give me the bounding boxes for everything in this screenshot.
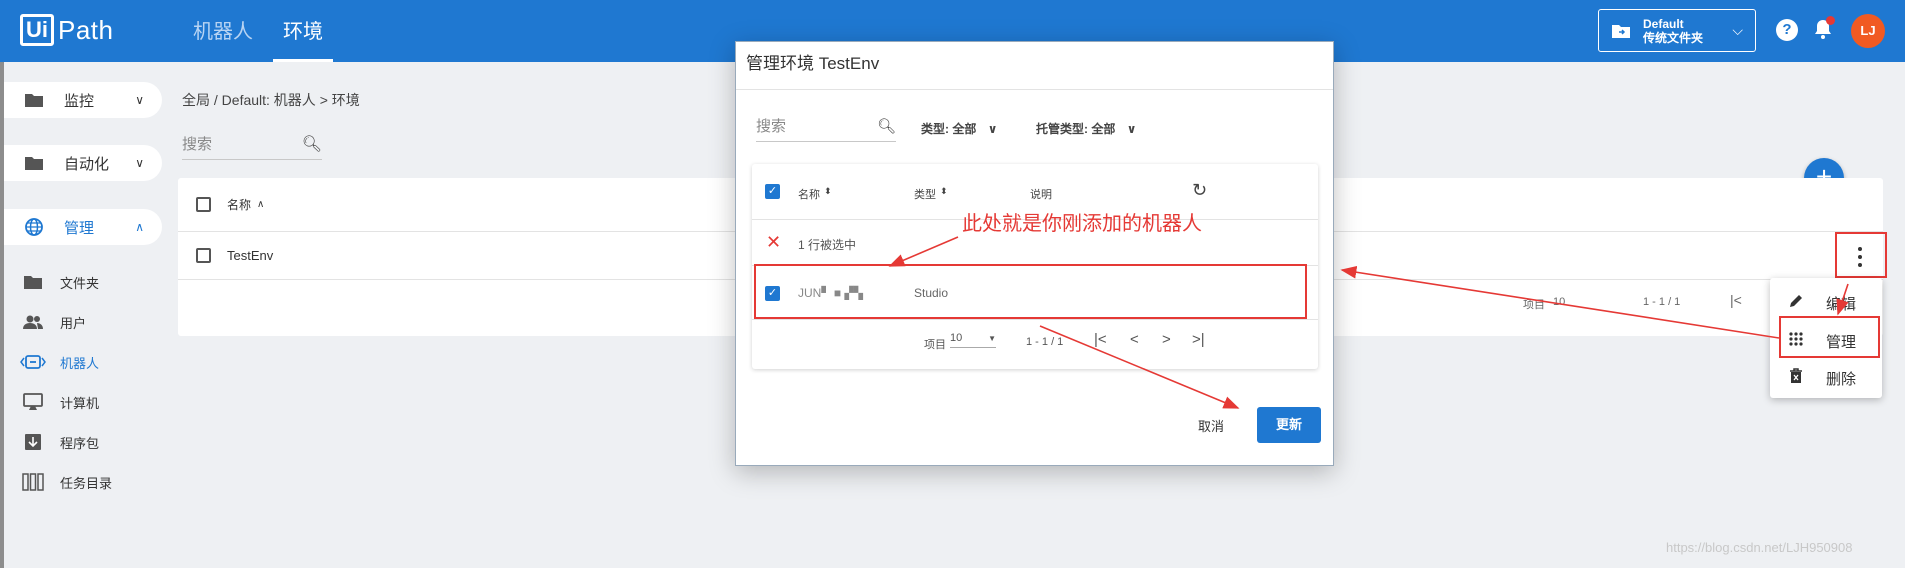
arrow-to-manage bbox=[1836, 283, 1849, 316]
watermark: https://blog.csdn.net/LJH950908 bbox=[1666, 540, 1853, 555]
arrow-to-selection bbox=[888, 236, 959, 267]
arrow-from-manage bbox=[1340, 265, 1780, 339]
arrow-to-update bbox=[1039, 325, 1240, 409]
annotation-arrows bbox=[888, 236, 1849, 409]
